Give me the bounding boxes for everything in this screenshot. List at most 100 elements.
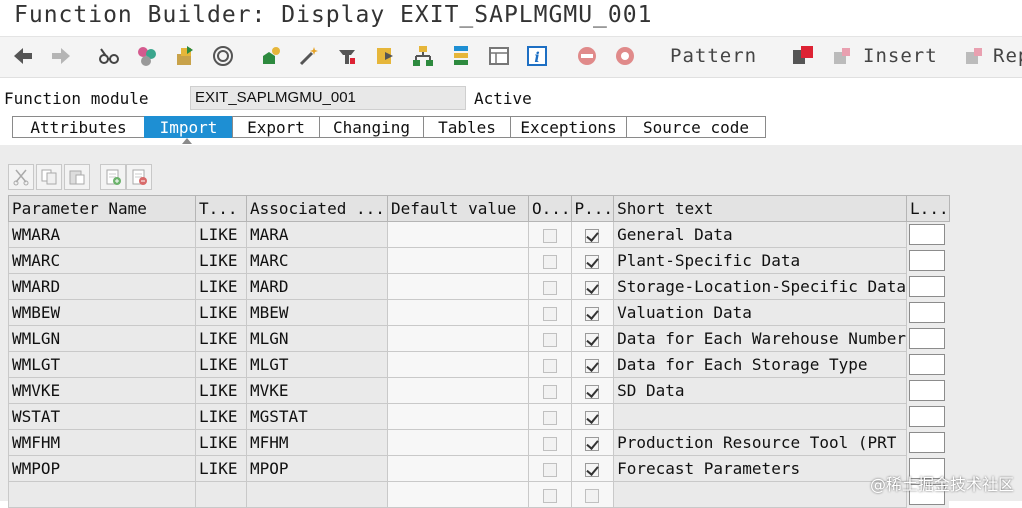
parameter-name-cell[interactable]: WMPOP bbox=[8, 455, 196, 482]
default-value-cell[interactable] bbox=[387, 221, 529, 248]
typing-cell[interactable]: LIKE bbox=[195, 455, 247, 482]
short-text-cell[interactable]: Production Resource Tool (PRT bbox=[613, 429, 908, 456]
associated-type-cell[interactable]: MPOP bbox=[246, 455, 388, 482]
default-value-cell[interactable] bbox=[387, 403, 529, 430]
default-value-cell[interactable] bbox=[387, 351, 529, 378]
paste-icon[interactable] bbox=[64, 164, 90, 190]
pass-value-checkbox[interactable] bbox=[585, 410, 600, 425]
insert-text-icon[interactable] bbox=[830, 43, 856, 69]
col-pass-value[interactable]: P... bbox=[570, 195, 615, 222]
associated-type-cell[interactable]: MLGN bbox=[246, 325, 388, 352]
pass-value-checkbox[interactable] bbox=[585, 358, 600, 373]
parameter-name-cell[interactable]: WMBEW bbox=[8, 299, 196, 326]
optional-checkbox[interactable] bbox=[542, 332, 557, 347]
associated-type-cell[interactable]: MLGT bbox=[246, 351, 388, 378]
tab-attributes[interactable]: Attributes bbox=[12, 116, 145, 138]
short-text-cell[interactable]: SD Data bbox=[613, 377, 908, 404]
glasses-icon[interactable] bbox=[96, 43, 122, 69]
associated-type-cell[interactable] bbox=[246, 481, 388, 508]
optional-checkbox[interactable] bbox=[542, 306, 557, 321]
screen-icon[interactable] bbox=[486, 43, 512, 69]
optional-checkbox[interactable] bbox=[542, 228, 557, 243]
back-arrow-icon[interactable] bbox=[10, 43, 36, 69]
pass-value-checkbox[interactable] bbox=[585, 332, 600, 347]
short-text-cell[interactable]: General Data bbox=[613, 221, 908, 248]
short-text-cell[interactable]: Valuation Data bbox=[613, 299, 908, 326]
copy-icon[interactable] bbox=[36, 164, 62, 190]
default-value-cell[interactable] bbox=[387, 481, 529, 508]
pattern-button[interactable]: Pattern bbox=[670, 45, 757, 67]
object-list-icon[interactable] bbox=[258, 43, 284, 69]
breakpoint-icon[interactable] bbox=[574, 43, 600, 69]
parameter-name-cell[interactable]: WMARA bbox=[8, 221, 196, 248]
cut-icon[interactable] bbox=[8, 164, 34, 190]
pass-value-checkbox[interactable] bbox=[585, 384, 600, 399]
parameter-name-cell[interactable]: WMVKE bbox=[8, 377, 196, 404]
typing-cell[interactable]: LIKE bbox=[195, 377, 247, 404]
parameter-name-cell[interactable]: WMLGN bbox=[8, 325, 196, 352]
tab-changing[interactable]: Changing bbox=[319, 116, 424, 138]
long-text-button[interactable] bbox=[909, 432, 946, 453]
long-text-button[interactable] bbox=[909, 406, 946, 427]
short-text-cell[interactable] bbox=[613, 403, 908, 430]
parameter-name-cell[interactable]: WMFHM bbox=[8, 429, 196, 456]
optional-checkbox[interactable] bbox=[542, 462, 557, 477]
associated-type-cell[interactable]: MGSTAT bbox=[246, 403, 388, 430]
default-value-cell[interactable] bbox=[387, 429, 529, 456]
activate-icon[interactable] bbox=[172, 43, 198, 69]
long-text-button[interactable] bbox=[909, 302, 946, 323]
default-value-cell[interactable] bbox=[387, 325, 529, 352]
associated-type-cell[interactable]: MBEW bbox=[246, 299, 388, 326]
hierarchy-icon[interactable] bbox=[410, 43, 436, 69]
long-text-button[interactable] bbox=[909, 224, 946, 246]
pass-value-checkbox[interactable] bbox=[585, 280, 600, 295]
col-typing[interactable]: T... bbox=[195, 195, 247, 222]
parameter-name-cell[interactable]: WMLGT bbox=[8, 351, 196, 378]
insert-row-icon[interactable] bbox=[100, 164, 126, 190]
pass-value-checkbox[interactable] bbox=[585, 436, 600, 451]
pass-value-checkbox[interactable] bbox=[585, 306, 600, 321]
typing-cell[interactable]: LIKE bbox=[195, 299, 247, 326]
where-used-icon[interactable] bbox=[210, 43, 236, 69]
insert-button[interactable]: Insert bbox=[863, 45, 938, 67]
col-long-text[interactable]: L... bbox=[906, 195, 950, 222]
other-object-icon[interactable] bbox=[372, 43, 398, 69]
short-text-cell[interactable]: Storage-Location-Specific Data bbox=[613, 273, 908, 300]
typing-cell[interactable]: LIKE bbox=[195, 273, 247, 300]
short-text-cell[interactable]: Plant-Specific Data bbox=[613, 247, 908, 274]
typing-cell[interactable]: LIKE bbox=[195, 403, 247, 430]
long-text-button[interactable] bbox=[909, 328, 946, 349]
typing-cell[interactable]: LIKE bbox=[195, 325, 247, 352]
associated-type-cell[interactable]: MARD bbox=[246, 273, 388, 300]
default-value-cell[interactable] bbox=[387, 455, 529, 482]
long-text-button[interactable] bbox=[909, 250, 946, 271]
optional-checkbox[interactable] bbox=[542, 488, 557, 503]
pass-value-checkbox[interactable] bbox=[585, 488, 600, 503]
typing-cell[interactable]: LIKE bbox=[195, 351, 247, 378]
optional-checkbox[interactable] bbox=[542, 384, 557, 399]
col-optional[interactable]: O... bbox=[528, 195, 572, 222]
session-breakpoint-icon[interactable] bbox=[612, 43, 638, 69]
default-value-cell[interactable] bbox=[387, 247, 529, 274]
tab-tables[interactable]: Tables bbox=[423, 116, 511, 138]
optional-checkbox[interactable] bbox=[542, 410, 557, 425]
long-text-button[interactable] bbox=[909, 354, 946, 375]
replace-icon[interactable] bbox=[962, 43, 988, 69]
tab-source-code[interactable]: Source code bbox=[626, 116, 766, 138]
long-text-button[interactable] bbox=[909, 380, 946, 401]
test-icon[interactable] bbox=[334, 43, 360, 69]
typing-cell[interactable]: LIKE bbox=[195, 221, 247, 248]
check-icon[interactable] bbox=[134, 43, 160, 69]
parameter-name-cell[interactable]: WSTAT bbox=[8, 403, 196, 430]
insert-icon[interactable] bbox=[790, 43, 816, 69]
function-module-field[interactable]: EXIT_SAPLMGMU_001 bbox=[190, 86, 466, 110]
associated-type-cell[interactable]: MVKE bbox=[246, 377, 388, 404]
short-text-cell[interactable]: Data for Each Warehouse Number bbox=[613, 325, 908, 352]
col-short-text[interactable]: Short text bbox=[613, 195, 908, 222]
typing-cell[interactable] bbox=[195, 481, 247, 508]
parameter-name-cell[interactable]: WMARC bbox=[8, 247, 196, 274]
optional-checkbox[interactable] bbox=[542, 436, 557, 451]
short-text-cell[interactable]: Forecast Parameters bbox=[613, 455, 908, 482]
default-value-cell[interactable] bbox=[387, 377, 529, 404]
forward-arrow-icon[interactable] bbox=[48, 43, 74, 69]
